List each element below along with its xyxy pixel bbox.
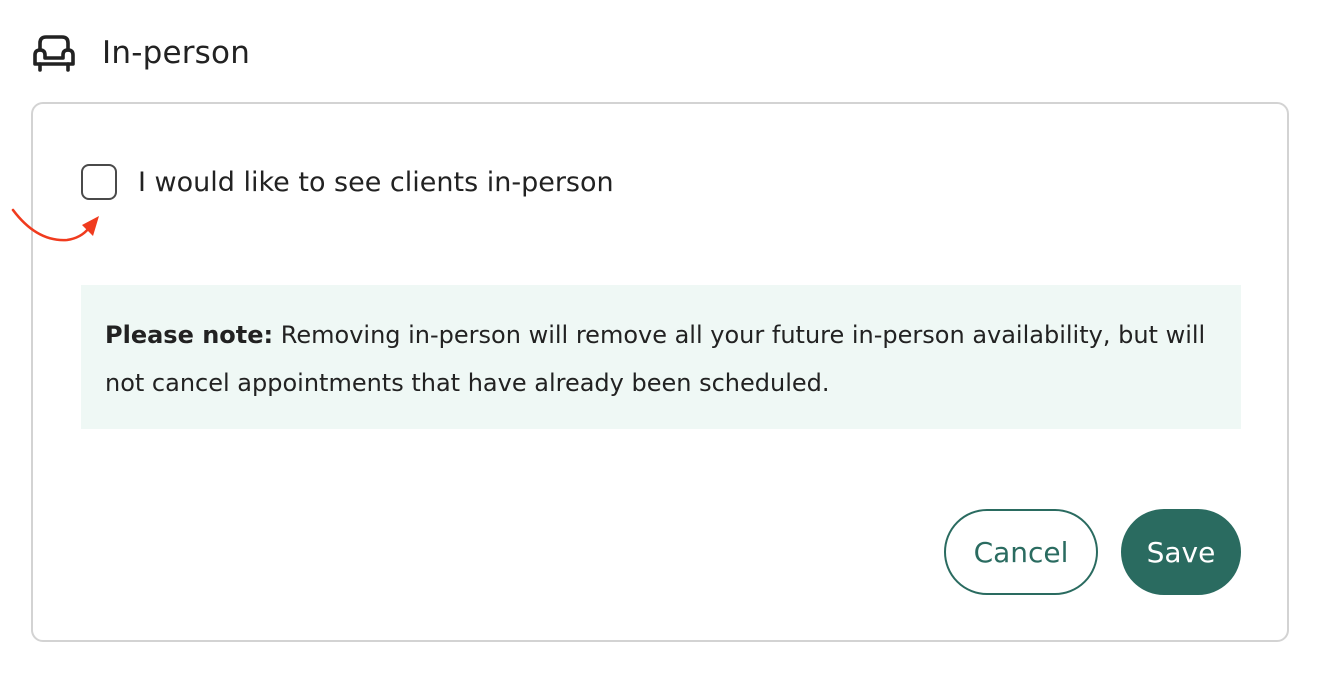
save-button[interactable]: Save (1121, 509, 1241, 595)
armchair-icon (32, 33, 76, 73)
in-person-checkbox-row[interactable]: I would like to see clients in-person (81, 164, 614, 200)
note-label: Please note: (105, 321, 274, 349)
cancel-button[interactable]: Cancel (944, 509, 1098, 595)
section-title: In-person (102, 35, 251, 71)
in-person-checkbox-label[interactable]: I would like to see clients in-person (138, 167, 614, 198)
in-person-settings-card: I would like to see clients in-person Pl… (11, 102, 1289, 642)
note-box: Please note: Removing in-person will rem… (81, 285, 1241, 429)
note-text: Please note: Removing in-person will rem… (105, 311, 1217, 407)
section-header: In-person (32, 30, 250, 76)
annotation-arrow-icon (11, 208, 99, 242)
in-person-checkbox[interactable] (81, 164, 117, 200)
